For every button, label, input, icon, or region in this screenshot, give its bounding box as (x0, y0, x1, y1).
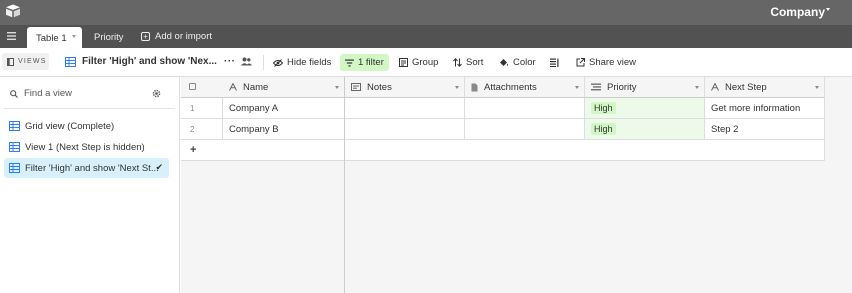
add-or-import-button[interactable]: + Add or import (141, 31, 212, 42)
cell-next-step[interactable]: Step 2 (705, 119, 825, 140)
checkmark-icon: ✔ (155, 162, 163, 172)
color-button[interactable]: Color (499, 54, 536, 71)
base-menu-caret-icon[interactable] (826, 8, 830, 11)
grid-icon (9, 142, 20, 152)
plus-icon: + (141, 32, 150, 41)
sidebar-divider (4, 108, 175, 109)
view-item-filter-high[interactable]: Filter 'High' and show 'Next St... ✔ (4, 158, 169, 178)
column-header-priority[interactable]: Priority (585, 77, 705, 98)
view-item-label: Grid view (Complete) (25, 120, 115, 132)
cell-next-step[interactable]: Get more information (705, 98, 825, 119)
view-item-label: Filter 'High' and show 'Next St... (25, 162, 159, 174)
column-label: Next Step (725, 81, 767, 93)
color-label: Color (513, 57, 536, 68)
cell-attachments[interactable] (465, 119, 585, 140)
sort-button[interactable]: Sort (453, 54, 483, 71)
single-select-icon (591, 83, 601, 91)
cell-name[interactable]: Company A (223, 98, 345, 119)
view-item-label: View 1 (Next Step is hidden) (25, 141, 145, 153)
find-view-placeholder: Find a view (24, 88, 73, 99)
views-label: VIEWS (18, 58, 47, 65)
group-label: Group (412, 57, 439, 68)
column-header-next-step[interactable]: Next Step (705, 77, 825, 98)
text-field-icon (229, 83, 237, 91)
share-icon (576, 58, 585, 67)
frozen-column-divider (344, 77, 345, 293)
sort-label: Sort (466, 57, 484, 68)
attachment-icon (471, 83, 478, 92)
views-sidebar: Find a view Grid view (Complete) View 1 … (0, 77, 180, 293)
row-height-button[interactable] (550, 54, 559, 71)
gear-icon[interactable] (152, 89, 161, 98)
paint-bucket-icon (499, 58, 509, 67)
current-view-name: Filter 'High' and show 'Nex... (82, 56, 217, 67)
collaborators-icon[interactable] (241, 57, 252, 66)
grid-icon (9, 163, 20, 173)
select-all-checkbox[interactable] (189, 83, 196, 90)
cell-attachments[interactable] (465, 98, 585, 119)
column-header-name[interactable]: Name (181, 77, 345, 98)
cell-notes[interactable] (345, 98, 465, 119)
priority-tag: High (591, 123, 616, 135)
eye-slash-icon (273, 58, 283, 67)
current-view-switcher[interactable]: Filter 'High' and show 'Nex... (65, 56, 217, 67)
column-menu-caret-icon[interactable] (335, 86, 339, 89)
find-view-search[interactable]: Find a view (10, 88, 72, 99)
column-label: Attachments (484, 81, 537, 93)
cell-priority[interactable]: High (585, 119, 705, 140)
add-record-row-extension[interactable] (345, 140, 825, 161)
filter-label: 1 filter (358, 57, 384, 68)
hamburger-menu-icon[interactable] (7, 32, 16, 40)
hide-fields-label: Hide fields (287, 57, 332, 68)
base-name[interactable]: Company (770, 5, 825, 19)
view-item-view-1[interactable]: View 1 (Next Step is hidden) (4, 137, 169, 157)
column-header-notes[interactable]: Notes (345, 77, 465, 98)
cell-notes[interactable] (345, 119, 465, 140)
hide-fields-button[interactable]: Hide fields (273, 54, 331, 71)
view-more-options-button[interactable]: ··· (224, 56, 236, 67)
column-label: Name (243, 81, 269, 93)
row-number[interactable]: 2 (181, 119, 223, 140)
column-label: Notes (367, 81, 392, 93)
airtable-logo-icon[interactable] (5, 4, 21, 18)
tab-table-1[interactable]: Table 1 (27, 27, 82, 48)
tab-priority[interactable]: Priority (94, 32, 124, 43)
filter-button[interactable]: 1 filter (340, 54, 389, 71)
priority-tag: High (591, 102, 616, 114)
group-button[interactable]: Group (399, 54, 438, 71)
long-text-icon (351, 83, 361, 91)
view-toolbar: VIEWS Filter 'High' and show 'Nex... ···… (0, 48, 852, 77)
sidebar-toggle-icon (7, 57, 14, 66)
grid-icon (9, 121, 20, 131)
app-header: Company (0, 0, 852, 25)
share-view-label: Share view (589, 57, 636, 68)
column-label: Priority (607, 81, 637, 93)
tab-label: Table 1 (36, 33, 67, 44)
column-menu-caret-icon[interactable] (575, 86, 579, 89)
tab-caret-icon[interactable] (72, 35, 76, 38)
add-record-plus-icon[interactable]: + (190, 144, 196, 156)
grid-icon (65, 56, 76, 67)
search-icon (10, 89, 18, 98)
view-item-grid-complete[interactable]: Grid view (Complete) (4, 116, 169, 136)
column-menu-caret-icon[interactable] (695, 86, 699, 89)
column-menu-caret-icon[interactable] (455, 86, 459, 89)
table-tab-bar: Table 1 Priority + Add or import (0, 25, 852, 48)
column-menu-caret-icon[interactable] (815, 86, 819, 89)
cell-priority[interactable]: High (585, 98, 705, 119)
add-or-import-label: Add or import (155, 31, 213, 42)
share-view-button[interactable]: Share view (576, 54, 636, 71)
column-header-attachments[interactable]: Attachments (465, 77, 585, 98)
add-record-row[interactable]: + (181, 140, 345, 161)
toolbar-divider (263, 55, 264, 70)
group-icon (399, 58, 408, 67)
filter-icon (345, 59, 354, 67)
row-number[interactable]: 1 (181, 98, 223, 119)
cell-name[interactable]: Company B (223, 119, 345, 140)
views-toggle-button[interactable]: VIEWS (2, 53, 49, 70)
text-field-icon (711, 83, 719, 91)
row-height-icon (550, 58, 559, 67)
sort-icon (453, 58, 462, 67)
